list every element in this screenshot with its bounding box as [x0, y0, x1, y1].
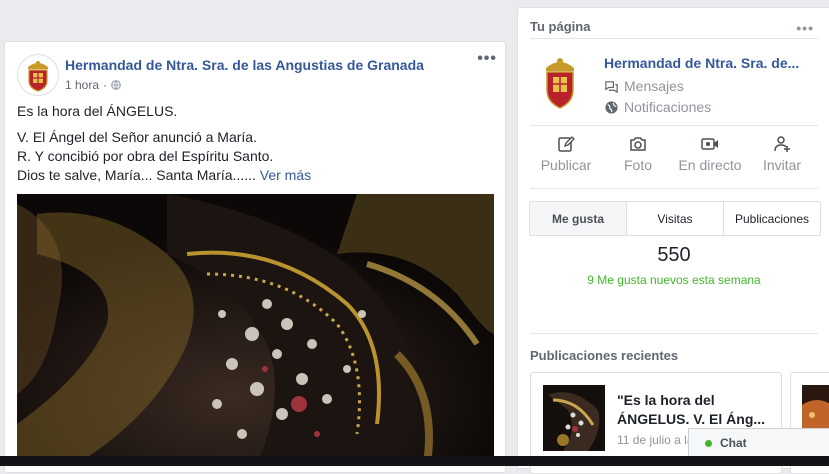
- tab-posts[interactable]: Publicaciones: [723, 202, 820, 235]
- your-page-heading: Tu página: [530, 19, 591, 34]
- invite-button[interactable]: Invitar: [746, 135, 818, 183]
- invite-label: Invitar: [762, 157, 802, 173]
- page-options-icon[interactable]: •••: [796, 20, 814, 36]
- page-name-link[interactable]: Hermandad de Ntra. Sra. de...: [604, 55, 814, 71]
- publish-button[interactable]: Publicar: [530, 135, 602, 183]
- page-avatar[interactable]: [17, 54, 59, 96]
- notifications-label: Notificaciones: [624, 99, 712, 115]
- recent-posts-heading: Publicaciones recientes: [530, 348, 679, 363]
- page-actions: Publicar Foto En directo Invitar: [530, 135, 818, 183]
- photo-button[interactable]: Foto: [602, 135, 674, 183]
- add-person-icon: [774, 136, 790, 152]
- tab-likes[interactable]: Me gusta: [530, 202, 626, 235]
- coat-of-arms-icon: [28, 61, 48, 92]
- new-likes-link[interactable]: 9 Me gusta nuevos esta semana: [530, 273, 818, 287]
- recent-post-text: "Es la hora del ÁNGELUS. V. El Áng...: [617, 391, 775, 429]
- post-text: Es la hora del ÁNGELUS. V. El Ángel del …: [17, 102, 487, 185]
- insights-tabs: Me gusta Visitas Publicaciones: [529, 201, 821, 236]
- divider: [530, 125, 818, 126]
- divider: [530, 38, 818, 39]
- photo-label: Foto: [623, 157, 652, 173]
- coat-of-arms-icon: [546, 58, 574, 109]
- online-status-dot: [705, 439, 712, 447]
- tab-visits[interactable]: Visitas: [626, 202, 723, 235]
- edit-icon: [558, 136, 575, 152]
- chat-label: Chat: [720, 436, 747, 450]
- embroidered-mantle-thumbnail: [543, 385, 605, 451]
- meta-separator: ·: [103, 78, 108, 92]
- live-label: En directo: [678, 157, 742, 173]
- news-feed-post: Hermandad de Ntra. Sra. de las Angustias…: [4, 41, 506, 473]
- post-line-4: Dios te salve, María... Santa María.....…: [17, 166, 487, 185]
- divider: [530, 188, 818, 189]
- post-line-1: Es la hora del ÁNGELUS.: [17, 103, 178, 119]
- messages-icon: [605, 80, 618, 93]
- recent-post-thumbnail: [543, 385, 605, 451]
- messages-label: Mensajes: [624, 78, 684, 94]
- post-page-name-link[interactable]: Hermandad de Ntra. Sra. de las Angustias…: [65, 57, 424, 73]
- post-time[interactable]: 1 hora: [65, 78, 99, 92]
- post-line-4-text: Dios te salve, María... Santa María.....…: [17, 167, 256, 183]
- likes-count: 550: [657, 244, 691, 266]
- live-video-icon: [701, 138, 718, 150]
- publish-label: Publicar: [540, 157, 592, 173]
- recent-post-line-2: ÁNGELUS. V. El Áng...: [617, 411, 766, 427]
- post-line-3: R. Y concibió por obra del Espíritu Sant…: [17, 148, 274, 164]
- chat-bar[interactable]: Chat: [688, 428, 829, 457]
- globe-icon: [605, 100, 618, 114]
- live-button[interactable]: En directo: [674, 135, 746, 183]
- camera-icon: [630, 137, 646, 151]
- your-page-card: Tu página ••• Hermandad de Ntra. Sra. de…: [517, 7, 829, 474]
- embroidered-mantle-photo: [17, 194, 494, 464]
- taskbar-strip: [0, 456, 829, 466]
- divider: [530, 333, 818, 334]
- globe-icon: [111, 80, 121, 90]
- post-image[interactable]: [17, 194, 494, 464]
- post-line-2: V. El Ángel del Señor anunció a María.: [17, 129, 257, 145]
- see-more-link[interactable]: Ver más: [260, 167, 311, 183]
- notifications-link[interactable]: Notificaciones: [604, 99, 711, 115]
- post-options-icon[interactable]: •••: [477, 51, 497, 67]
- recent-post-line-1: "Es la hora del: [617, 392, 715, 408]
- messages-link[interactable]: Mensajes: [604, 78, 684, 94]
- post-meta: 1 hora ·: [65, 78, 121, 92]
- page-crest-avatar[interactable]: [532, 52, 588, 114]
